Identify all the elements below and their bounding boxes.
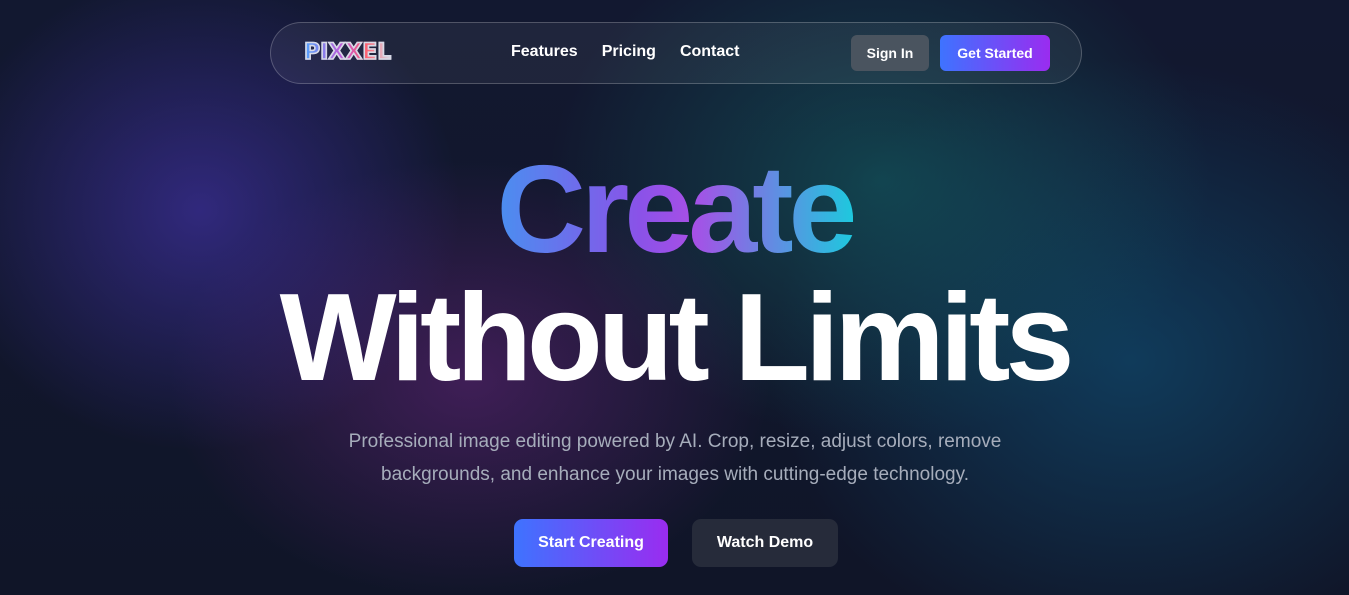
hero-subtitle: Professional image editing powered by AI…: [348, 431, 1002, 485]
nav-links: Features Pricing Contact: [511, 43, 740, 61]
nav-link-features[interactable]: Features: [511, 43, 578, 61]
get-started-button[interactable]: Get Started: [940, 35, 1050, 71]
sign-in-button[interactable]: Sign In: [851, 35, 929, 71]
hero-headline-line2: Without Limits: [279, 269, 1075, 407]
start-creating-button[interactable]: Start Creating: [514, 519, 668, 567]
hero-headline-line1: Create: [0, 140, 1349, 280]
nav-link-contact[interactable]: Contact: [680, 43, 740, 61]
landing-page: PIXXEL Features Pricing Contact Sign In …: [0, 0, 1349, 595]
top-navbar: PIXXEL Features Pricing Contact Sign In …: [270, 22, 1082, 84]
hero-headline-gradient-text: Create: [496, 141, 858, 279]
watch-demo-button[interactable]: Watch Demo: [692, 519, 838, 567]
pixxel-logo[interactable]: PIXXEL: [303, 39, 392, 66]
nav-link-pricing[interactable]: Pricing: [602, 43, 656, 61]
